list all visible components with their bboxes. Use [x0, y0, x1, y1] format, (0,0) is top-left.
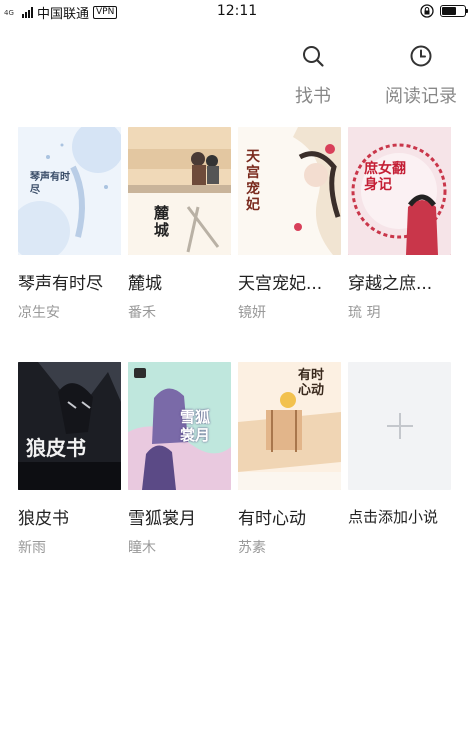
clock-icon: [410, 45, 432, 67]
book-cover-title: 天宫宠妃: [246, 149, 260, 213]
book-title: 麓城: [128, 274, 162, 294]
book-shelf: 琴声有时尽 琴声有时尽 凉生安 麓城 麓城 番禾 天宫宠妃 天宫宠妃... 镜妍…: [18, 127, 458, 557]
status-time: 12:11: [216, 3, 258, 19]
book-item[interactable]: 麓城 麓城 番禾: [128, 127, 231, 322]
book-cover-title: 麓城: [154, 204, 170, 239]
book-title: 雪狐裳月: [128, 509, 196, 529]
book-author: 瞳木: [128, 540, 156, 556]
search-icon: [303, 46, 324, 67]
book-author: 琉 玥: [348, 305, 381, 321]
book-title: 天宫宠妃...: [238, 274, 323, 294]
add-book-item[interactable]: 点击添加小说: [348, 362, 451, 557]
book-cover-art: [18, 362, 121, 490]
book-cover-title: 狼皮书: [26, 436, 86, 460]
book-cover-art: [128, 127, 231, 255]
book-author: 苏素: [238, 540, 266, 556]
book-author: 新雨: [18, 540, 46, 556]
book-cover-title: 有时心动: [298, 368, 325, 398]
rotation-lock-icon: [420, 4, 434, 18]
book-title: 狼皮书: [18, 509, 69, 529]
book-cover[interactable]: 狼皮书: [18, 362, 121, 490]
battery-icon: [440, 5, 468, 17]
plus-icon: [386, 413, 413, 439]
status-right: [420, 4, 468, 18]
book-author: 凉生安: [18, 305, 60, 321]
book-cover-title: 雪狐裳月: [180, 408, 211, 444]
book-cover[interactable]: 天宫宠妃: [238, 127, 341, 255]
book-cover-title: 庶女翻身记: [364, 161, 406, 193]
book-title: 琴声有时尽: [18, 274, 103, 294]
book-item[interactable]: 雪狐裳月 雪狐裳月 瞳木: [128, 362, 231, 557]
book-cover[interactable]: 雪狐裳月: [128, 362, 231, 490]
book-author: 番禾: [128, 305, 156, 321]
top-actions: 找书 阅读记录: [274, 44, 460, 108]
reading-history-label: 阅读记录: [385, 86, 457, 107]
book-cover[interactable]: 庶女翻身记: [348, 127, 451, 255]
book-cover[interactable]: 麓城: [128, 127, 231, 255]
status-bar: 4G 中国联通 VPN 12:11: [0, 0, 474, 24]
book-title: 穿越之庶...: [348, 274, 433, 294]
book-title: 有时心动: [238, 509, 306, 529]
reading-history-button[interactable]: 阅读记录: [382, 44, 460, 108]
book-item[interactable]: 天宫宠妃 天宫宠妃... 镜妍: [238, 127, 341, 322]
book-cover[interactable]: 有时心动: [238, 362, 341, 490]
find-book-button[interactable]: 找书: [274, 44, 352, 108]
book-cover[interactable]: 琴声有时尽: [18, 127, 121, 255]
find-book-label: 找书: [295, 86, 331, 107]
book-author: 镜妍: [238, 305, 266, 321]
book-item[interactable]: 有时心动 有时心动 苏素: [238, 362, 341, 557]
add-book-button[interactable]: [348, 362, 451, 490]
book-item[interactable]: 狼皮书 狼皮书 新雨: [18, 362, 121, 557]
book-item[interactable]: 琴声有时尽 琴声有时尽 凉生安: [18, 127, 121, 322]
battery-level: [442, 7, 457, 15]
book-item[interactable]: 庶女翻身记 穿越之庶... 琉 玥: [348, 127, 451, 322]
add-book-label: 点击添加小说: [348, 508, 439, 526]
book-cover-title: 琴声有时尽: [30, 172, 70, 196]
